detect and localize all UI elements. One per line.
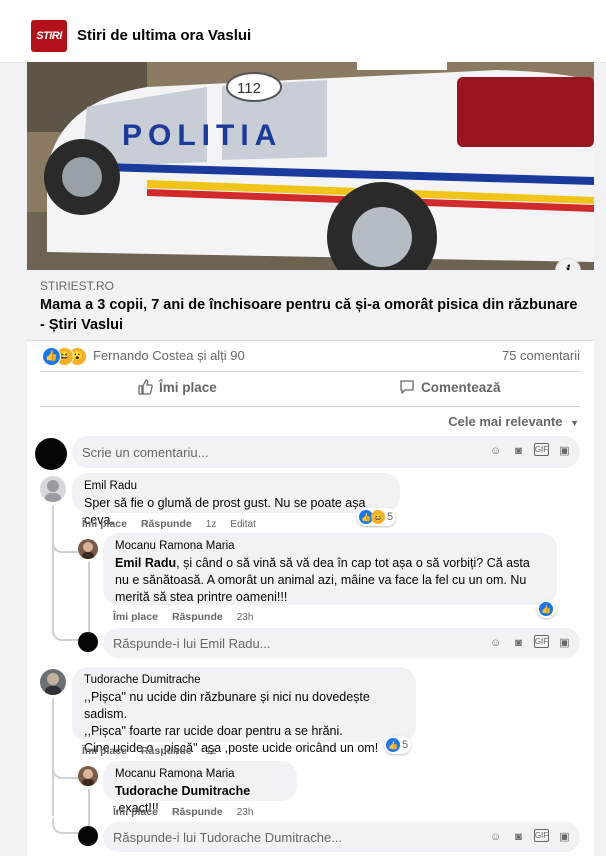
- reply-time[interactable]: 23h: [237, 807, 254, 818]
- like-icon: 👍: [539, 602, 553, 616]
- avatar[interactable]: [78, 766, 98, 786]
- reply-author[interactable]: Mocanu Ramona Maria: [115, 540, 545, 552]
- thread-line: [52, 698, 54, 816]
- comment-author[interactable]: Tudorache Dumitrache: [84, 674, 404, 686]
- comment-input[interactable]: Scrie un comentariu... ☺ ◙ GIF ▣: [72, 436, 580, 468]
- gif-icon[interactable]: GIF: [534, 443, 549, 456]
- composer-icons: ☺ ◙ GIF ▣: [488, 443, 572, 458]
- page-header: STIRI Stiri de ultima ora Vaslui: [0, 0, 606, 63]
- link-title[interactable]: Mama a 3 copii, 7 ani de închisoare pent…: [40, 295, 580, 335]
- reply-link[interactable]: Răspunde: [172, 611, 223, 623]
- reply-reactions[interactable]: 👍: [537, 600, 556, 618]
- camera-icon[interactable]: ◙: [511, 635, 526, 650]
- avatar[interactable]: [40, 669, 66, 695]
- like-button[interactable]: Îmi place: [137, 379, 217, 395]
- like-link[interactable]: Îmi place: [82, 518, 127, 530]
- sort-label: Cele mai relevante: [448, 414, 563, 429]
- haha-icon: 😆: [371, 510, 385, 524]
- sticker-icon[interactable]: ▣: [557, 443, 572, 458]
- reply-placeholder: Răspunde-i lui Tudorache Dumitrache...: [113, 830, 343, 845]
- post-card: POLITIA 112 i STIRIEST.RO Mama a 3 copii…: [27, 62, 594, 856]
- reaction-count: 5: [387, 511, 394, 523]
- like-link[interactable]: Îmi place: [113, 611, 158, 623]
- avatar[interactable]: [78, 632, 98, 652]
- action-bar: Îmi place Comentează: [40, 371, 580, 407]
- thread-line: [52, 505, 54, 635]
- thread-elbow: [52, 818, 78, 834]
- edited-label: Editat: [230, 518, 256, 530]
- emoji-icon[interactable]: ☺: [488, 443, 503, 458]
- emoji-icon[interactable]: ☺: [488, 635, 503, 650]
- comment-reactions[interactable]: 👍 😆 5: [357, 508, 397, 526]
- reply-bubble: Mocanu Ramona Maria Emil Radu, și când o…: [103, 533, 557, 605]
- photo-plate: 112: [237, 80, 261, 97]
- reply-placeholder: Răspunde-i lui Emil Radu...: [113, 636, 271, 651]
- photo-text: POLITIA: [122, 119, 282, 152]
- comments-count[interactable]: 75 comentarii: [502, 348, 580, 363]
- reply-link[interactable]: Răspunde: [172, 806, 223, 818]
- comment-author[interactable]: Emil Radu: [84, 480, 388, 492]
- comment-placeholder: Scrie un comentariu...: [82, 445, 209, 460]
- avatar[interactable]: [35, 438, 67, 470]
- sticker-icon[interactable]: ▣: [557, 829, 572, 844]
- thread-elbow: [52, 763, 78, 779]
- composer-icons: ☺ ◙ GIF ▣: [488, 829, 572, 844]
- gif-icon[interactable]: GIF: [534, 829, 549, 842]
- comment-icon: [400, 380, 414, 394]
- camera-icon[interactable]: ◙: [511, 443, 526, 458]
- reply-meta: Îmi place Răspunde 23h: [113, 611, 253, 623]
- composer-icons: ☺ ◙ GIF ▣: [488, 635, 572, 650]
- reaction-count: 5: [402, 739, 409, 751]
- reactions-text[interactable]: Fernando Costea și alți 90: [93, 348, 245, 363]
- comment-bubble: Emil Radu Sper să fie o glumă de prost g…: [72, 473, 400, 527]
- reply-input[interactable]: Răspunde-i lui Emil Radu... ☺ ◙ GIF ▣: [103, 628, 580, 658]
- reply-time[interactable]: 23h: [237, 612, 254, 623]
- mention-link[interactable]: Tudorache Dumitrache: [115, 784, 250, 798]
- reaction-icons[interactable]: 👍 😆 😮: [42, 347, 90, 366]
- reply-link[interactable]: Răspunde: [141, 745, 192, 757]
- like-icon: 👍: [42, 347, 61, 366]
- thread-elbow: [52, 537, 78, 553]
- reply-author[interactable]: Mocanu Ramona Maria: [115, 768, 285, 780]
- avatar[interactable]: [78, 826, 98, 846]
- avatar[interactable]: [40, 476, 66, 502]
- comment-label: Comentează: [421, 379, 501, 395]
- chevron-down-icon: ▼: [570, 418, 579, 428]
- comment-reactions[interactable]: 👍 5: [384, 736, 412, 754]
- comment-time[interactable]: 1z: [206, 746, 217, 757]
- gif-icon[interactable]: GIF: [534, 635, 549, 648]
- thread-elbow: [52, 625, 78, 641]
- post-photo[interactable]: POLITIA 112: [27, 62, 594, 270]
- avatar[interactable]: [78, 539, 98, 559]
- reply-link[interactable]: Răspunde: [141, 518, 192, 530]
- reply-meta: Îmi place Răspunde 23h: [113, 806, 253, 818]
- comment-line: ,,Pișca" nu ucide din răzbunare și nici …: [84, 690, 370, 721]
- like-link[interactable]: Îmi place: [113, 806, 158, 818]
- reply-bubble: Mocanu Ramona Maria Tudorache Dumitrache…: [103, 761, 297, 815]
- comment-time[interactable]: 1z: [206, 519, 217, 530]
- reactions-summary: 👍 😆 😮 Fernando Costea și alți 90 75 come…: [40, 345, 580, 369]
- comment-meta: Îmi place Răspunde 1z: [82, 745, 216, 757]
- like-link[interactable]: Îmi place: [82, 745, 127, 757]
- thread-line: [88, 562, 90, 638]
- like-icon: 👍: [386, 738, 400, 752]
- thumbs-up-icon: [138, 379, 153, 395]
- mention-link[interactable]: Emil Radu: [115, 556, 176, 570]
- camera-icon[interactable]: ◙: [511, 829, 526, 844]
- link-domain: STIRIEST.RO: [40, 279, 115, 293]
- sort-selector[interactable]: Cele mai relevante ▼: [448, 414, 579, 429]
- page-name[interactable]: Stiri de ultima ora Vaslui: [77, 27, 251, 44]
- comment-button[interactable]: Comentează: [399, 379, 501, 395]
- comment-meta: Îmi place Răspunde 1z Editat: [82, 518, 256, 530]
- link-preview[interactable]: STIRIEST.RO Mama a 3 copii, 7 ani de înc…: [27, 270, 594, 341]
- reply-input[interactable]: Răspunde-i lui Tudorache Dumitrache... ☺…: [103, 822, 580, 852]
- emoji-icon[interactable]: ☺: [488, 829, 503, 844]
- page-logo[interactable]: STIRI: [31, 20, 67, 52]
- comment-bubble: Tudorache Dumitrache ,,Pișca" nu ucide d…: [72, 667, 416, 755]
- comment-line: ,,Pișca" foarte rar ucide doar pentru a …: [84, 724, 343, 738]
- reply-text: Emil Radu, și când o să vină să vă dea î…: [115, 556, 530, 604]
- sticker-icon[interactable]: ▣: [557, 635, 572, 650]
- like-label: Îmi place: [159, 379, 217, 395]
